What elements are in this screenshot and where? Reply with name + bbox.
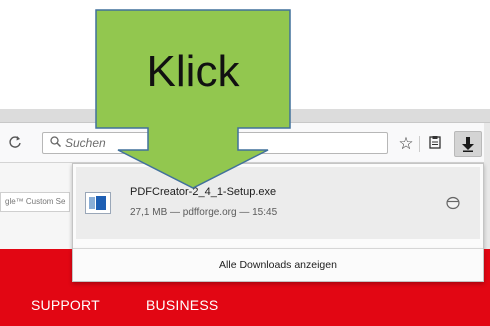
download-arrow-icon <box>462 137 474 152</box>
nav-business[interactable]: BUSINESS <box>146 297 218 313</box>
exe-file-icon <box>85 192 111 214</box>
download-item[interactable] <box>76 167 480 239</box>
search-icon <box>50 136 62 150</box>
tab-strip <box>0 109 490 123</box>
downloads-button[interactable] <box>454 131 482 157</box>
star-icon[interactable]: ☆ <box>395 133 417 155</box>
open-folder-icon[interactable] <box>444 195 462 211</box>
clipboard-icon[interactable] <box>424 133 446 155</box>
custom-search-field[interactable]: gle™ Custom Se <box>0 192 70 212</box>
search-placeholder: Suchen <box>65 136 106 150</box>
reload-icon[interactable] <box>8 135 28 153</box>
nav-support[interactable]: SUPPORT <box>31 297 100 313</box>
callout-label: Klick <box>146 47 240 96</box>
toolbar-separator <box>419 136 420 152</box>
show-all-downloads-button[interactable]: Alle Downloads anzeigen <box>73 249 483 281</box>
download-filename: PDFCreator-2_4_1-Setup.exe <box>130 186 277 198</box>
window-edge <box>484 123 490 249</box>
download-info: 27,1 MB — pdfforge.org — 15:45 <box>130 207 278 218</box>
